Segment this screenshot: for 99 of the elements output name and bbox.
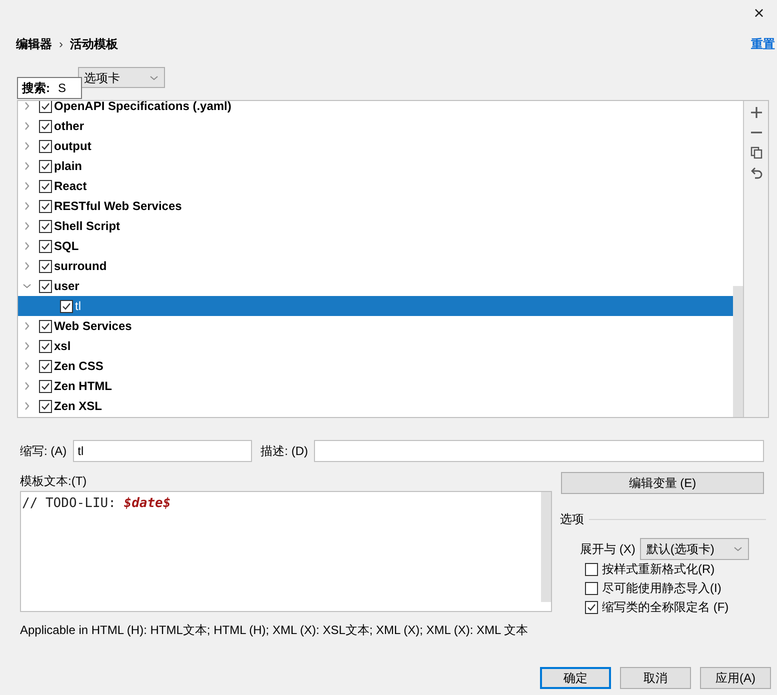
checkbox[interactable] xyxy=(39,400,52,412)
checkbox-label: 尽可能使用静态导入(I) xyxy=(602,580,722,597)
tree-label: surround xyxy=(54,258,107,275)
tree-row[interactable]: Shell Script xyxy=(18,216,733,236)
chevron-right-icon[interactable] xyxy=(22,261,32,271)
chevron-right-icon[interactable] xyxy=(22,221,32,231)
checkbox[interactable] xyxy=(39,240,52,252)
scrollbar-thumb[interactable] xyxy=(541,492,551,602)
tree-label: Shell Script xyxy=(54,218,120,235)
checkbox[interactable] xyxy=(39,340,52,352)
expand-dropdown[interactable]: 默认(选项卡) xyxy=(640,538,750,560)
checkbox[interactable] xyxy=(39,180,52,192)
checkbox[interactable] xyxy=(39,220,52,232)
tree-label: Zen CSS xyxy=(54,358,104,375)
checkbox[interactable] xyxy=(39,200,52,212)
search-value: S xyxy=(58,80,66,97)
field-label: 模板文本:(T) xyxy=(20,473,87,490)
tree-label: React xyxy=(54,178,87,195)
tree-row[interactable]: other xyxy=(18,116,733,136)
checkbox[interactable] xyxy=(39,101,52,112)
tree-row[interactable]: SQL xyxy=(18,236,733,256)
dialog-button[interactable]: 应用(A) xyxy=(700,667,771,689)
checkbox[interactable] xyxy=(39,260,52,272)
section-title: 选项 xyxy=(560,511,584,528)
tab-dropdown[interactable]: 选项卡 xyxy=(78,67,165,88)
checkbox[interactable] xyxy=(39,140,52,152)
breadcrumb-separator: › xyxy=(59,36,63,53)
field-label: 缩写: (A) xyxy=(20,443,67,460)
chevron-right-icon[interactable] xyxy=(22,381,32,391)
chevron-right-icon[interactable] xyxy=(22,361,32,371)
tree-row[interactable]: Zen HTML xyxy=(18,376,733,396)
dialog-button[interactable]: 取消 xyxy=(620,667,691,689)
checkbox[interactable] xyxy=(39,320,52,332)
chevron-right-icon[interactable] xyxy=(22,161,32,171)
tree-row[interactable]: React xyxy=(18,176,733,196)
checkbox[interactable] xyxy=(585,562,598,576)
add-icon[interactable] xyxy=(750,106,762,119)
tree-row[interactable]: xsl xyxy=(18,336,733,356)
tree-row[interactable]: Zen CSS xyxy=(18,356,733,376)
tree-label: RESTful Web Services xyxy=(54,198,182,215)
tree-label: user xyxy=(54,278,80,295)
tree-label: Zen HTML xyxy=(54,378,112,395)
dialog-button[interactable]: 确定 xyxy=(540,667,611,689)
tree-label: xsl xyxy=(54,338,71,355)
scrollbar-thumb[interactable] xyxy=(733,286,743,417)
close-button[interactable]: × xyxy=(749,3,769,23)
description-field[interactable] xyxy=(314,440,764,462)
chevron-right-icon[interactable] xyxy=(22,341,32,351)
checkbox[interactable] xyxy=(39,120,52,132)
chevron-right-icon[interactable] xyxy=(22,101,32,111)
checkbox[interactable] xyxy=(585,582,598,594)
tree-label: Zen XSL xyxy=(54,398,102,415)
breadcrumb-item: 活动模板 xyxy=(70,36,118,53)
tree-label: tl xyxy=(75,298,81,315)
chevron-right-icon[interactable] xyxy=(22,141,32,151)
chevron-right-icon[interactable] xyxy=(22,121,32,131)
tree-label: OpenAPI Specifications (.yaml) xyxy=(54,101,232,115)
tree-row[interactable]: user xyxy=(18,276,733,296)
checkbox[interactable] xyxy=(39,360,52,372)
field-label: 展开与 (X) xyxy=(580,541,636,558)
abbreviation-field[interactable]: tl xyxy=(72,440,252,462)
edit-variables-button[interactable]: 编辑变量 (E) xyxy=(561,472,764,494)
tree-label: SQL xyxy=(54,238,79,255)
chevron-right-icon[interactable] xyxy=(22,321,32,331)
field-label: 描述: (D) xyxy=(260,443,308,460)
tree-label: output xyxy=(54,138,92,155)
tree-row[interactable]: RESTful Web Services xyxy=(18,196,733,216)
checkbox-label: 按样式重新格式化(R) xyxy=(602,561,715,578)
search-label: 搜索: xyxy=(22,80,50,97)
checkbox-label: 缩写类的全称限定名 (F) xyxy=(602,599,729,616)
tree-row[interactable]: plain xyxy=(18,156,733,176)
chevron-down-icon[interactable] xyxy=(22,281,32,291)
undo-icon[interactable] xyxy=(750,166,762,179)
tree-row[interactable]: output xyxy=(18,136,733,156)
template-variable: $date$ xyxy=(124,496,171,511)
checkbox[interactable] xyxy=(585,600,598,614)
checkbox[interactable] xyxy=(60,300,73,312)
chevron-right-icon[interactable] xyxy=(22,201,32,211)
tree-row[interactable]: Web Services xyxy=(18,316,733,336)
checkbox[interactable] xyxy=(39,280,52,292)
template-text-editor[interactable]: // TODO-LIU: $date$ xyxy=(20,491,552,612)
reset-link[interactable]: 重置 xyxy=(751,35,775,53)
tree-row[interactable]: tl xyxy=(18,296,733,316)
tree-label: plain xyxy=(54,158,82,175)
chevron-right-icon[interactable] xyxy=(22,181,32,191)
applicable-contexts-text: Applicable in HTML (H): HTML文本; HTML (H); XML (X): XSL文本; XML (X); XML (X): XML 文本 xyxy=(20,622,528,639)
tree-label: Web Services xyxy=(54,318,132,335)
tree-row[interactable]: OpenAPI Specifications (.yaml) xyxy=(18,101,733,116)
tree-label: other xyxy=(54,118,84,135)
code-text: // TODO-LIU: xyxy=(22,496,117,511)
chevron-right-icon[interactable] xyxy=(22,401,32,411)
checkbox[interactable] xyxy=(39,160,52,172)
tree-row[interactable]: Zen XSL xyxy=(18,396,733,416)
chevron-down-icon xyxy=(733,544,744,554)
copy-icon[interactable] xyxy=(750,146,762,159)
tree-row[interactable]: surround xyxy=(18,256,733,276)
checkbox[interactable] xyxy=(39,380,52,392)
chevron-right-icon[interactable] xyxy=(22,241,32,251)
breadcrumb-item: 编辑器 xyxy=(16,36,52,53)
